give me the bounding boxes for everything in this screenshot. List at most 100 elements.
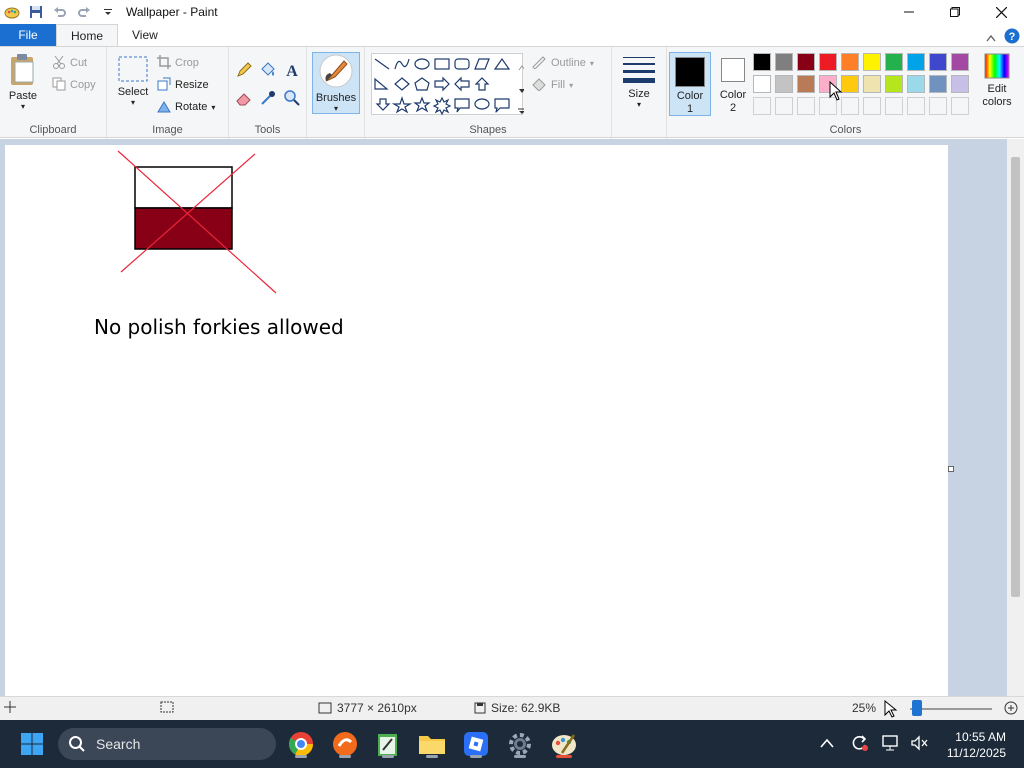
minimize-button[interactable] <box>886 0 932 24</box>
rotate-button[interactable]: Rotate ▾ <box>157 97 215 117</box>
outline-button[interactable]: Outline ▾ <box>531 53 594 73</box>
image-dimensions: 3777 × 2610px <box>318 701 417 715</box>
collapse-ribbon-icon[interactable] <box>986 31 996 45</box>
zoom-in-button[interactable] <box>1004 701 1018 715</box>
paste-dropdown-icon[interactable]: ▾ <box>8 102 38 111</box>
select-button[interactable]: Select ▾ <box>115 55 151 107</box>
custom-color-slot[interactable] <box>841 97 859 115</box>
custom-color-slot[interactable] <box>907 97 925 115</box>
custom-color-slot[interactable] <box>885 97 903 115</box>
magnifier-tool[interactable] <box>283 89 301 110</box>
palette-swatch[interactable] <box>797 75 815 93</box>
undo-icon[interactable] <box>50 2 70 22</box>
taskbar-paint[interactable] <box>548 728 580 760</box>
palette-swatch[interactable] <box>885 75 903 93</box>
zoom-slider-track[interactable] <box>910 708 992 710</box>
file-size: Size: 62.9KB <box>474 701 560 715</box>
palette-swatch[interactable] <box>753 53 771 71</box>
palette-swatch[interactable] <box>907 75 925 93</box>
orange-app-icon <box>333 732 357 756</box>
palette-swatch[interactable] <box>929 75 947 93</box>
redo-icon[interactable] <box>74 2 94 22</box>
scrollbar-thumb[interactable] <box>1011 157 1020 597</box>
palette-swatch[interactable] <box>951 53 969 71</box>
cut-button[interactable]: Cut <box>52 53 87 73</box>
canvas-resize-handle[interactable] <box>948 466 954 472</box>
eraser-icon <box>236 93 251 106</box>
custom-color-slot[interactable] <box>753 97 771 115</box>
taskbar-notepad[interactable] <box>372 728 404 760</box>
palette-swatch[interactable] <box>775 75 793 93</box>
palette-swatch[interactable] <box>841 75 859 93</box>
select-dropdown-icon[interactable]: ▾ <box>115 98 151 107</box>
zoom-slider-thumb[interactable] <box>912 700 922 716</box>
zoom-out-button[interactable] <box>884 700 898 718</box>
palette-swatch[interactable] <box>819 53 837 71</box>
vertical-scrollbar[interactable] <box>1007 139 1024 696</box>
palette-swatch[interactable] <box>885 53 903 71</box>
brushes-button[interactable]: Brushes ▾ <box>312 52 360 114</box>
tab-view[interactable]: View <box>118 24 172 46</box>
shapes-group-label: Shapes <box>469 124 507 136</box>
brushes-dropdown-icon[interactable]: ▾ <box>313 104 359 113</box>
crop-button[interactable]: Crop <box>157 53 199 73</box>
edit-colors-button[interactable]: Edit colors <box>973 52 1021 109</box>
palette-swatch[interactable] <box>863 75 881 93</box>
text-tool[interactable]: A <box>283 61 301 82</box>
taskbar-app-orange[interactable] <box>329 728 361 760</box>
resize-label: Resize <box>175 79 209 91</box>
outline-icon <box>531 55 547 72</box>
save-icon[interactable] <box>26 2 46 22</box>
network-icon[interactable] <box>882 734 900 754</box>
crop-icon <box>157 54 171 72</box>
sync-icon[interactable] <box>850 734 868 755</box>
custom-color-slot[interactable] <box>951 97 969 115</box>
color-picker-tool[interactable] <box>259 89 277 110</box>
palette-swatch[interactable] <box>753 75 771 93</box>
taskbar-file-explorer[interactable] <box>416 728 448 760</box>
close-button[interactable] <box>978 0 1024 24</box>
rotate-dropdown-icon[interactable]: ▾ <box>211 103 215 112</box>
tab-file[interactable]: File <box>0 24 56 46</box>
paint-app-icon[interactable] <box>2 2 22 22</box>
start-button[interactable] <box>16 728 48 760</box>
fill-tool[interactable] <box>259 61 277 82</box>
custom-color-slot[interactable] <box>863 97 881 115</box>
taskbar-search[interactable]: Search <box>58 728 276 760</box>
size-button[interactable]: Size ▾ <box>619 55 659 109</box>
copy-button[interactable]: Copy <box>52 75 96 95</box>
shapes-gallery[interactable] <box>371 53 526 116</box>
palette-swatch[interactable] <box>929 53 947 71</box>
palette-swatch[interactable] <box>841 53 859 71</box>
palette-swatch[interactable] <box>775 53 793 71</box>
palette-swatch[interactable] <box>907 53 925 71</box>
fill-dropdown-icon: ▾ <box>569 80 574 90</box>
help-icon[interactable]: ? <box>1004 28 1020 47</box>
pencil-tool[interactable] <box>235 61 253 82</box>
color1-button[interactable]: Color 1 <box>669 52 711 116</box>
resize-button[interactable]: Resize <box>157 75 209 95</box>
custom-color-slot[interactable] <box>797 97 815 115</box>
palette-swatch[interactable] <box>797 53 815 71</box>
taskbar-chrome[interactable] <box>285 728 317 760</box>
size-dropdown-icon[interactable]: ▾ <box>619 100 659 109</box>
maximize-button[interactable] <box>932 0 978 24</box>
customize-toolbar-icon[interactable] <box>98 2 118 22</box>
taskbar-settings[interactable] <box>504 728 536 760</box>
system-clock[interactable]: 10:55 AM 11/12/2025 <box>947 729 1006 761</box>
palette-swatch[interactable] <box>951 75 969 93</box>
color2-button[interactable]: Color 2 <box>713 52 753 116</box>
tab-home[interactable]: Home <box>56 24 119 46</box>
eraser-tool[interactable] <box>235 89 253 110</box>
show-hidden-icons-button[interactable] <box>820 737 834 751</box>
color1-label-line1: Color <box>676 90 704 102</box>
volume-muted-icon[interactable] <box>910 734 928 754</box>
fill-label: Fill <box>551 79 566 91</box>
paste-button[interactable]: Paste ▾ <box>8 53 46 111</box>
drawing-canvas[interactable]: No polish forkies allowed <box>5 145 948 696</box>
custom-color-slot[interactable] <box>929 97 947 115</box>
fill-button[interactable]: Fill ▾ <box>531 75 573 95</box>
palette-swatch[interactable] <box>863 53 881 71</box>
taskbar-roblox[interactable] <box>460 728 492 760</box>
custom-color-slot[interactable] <box>775 97 793 115</box>
